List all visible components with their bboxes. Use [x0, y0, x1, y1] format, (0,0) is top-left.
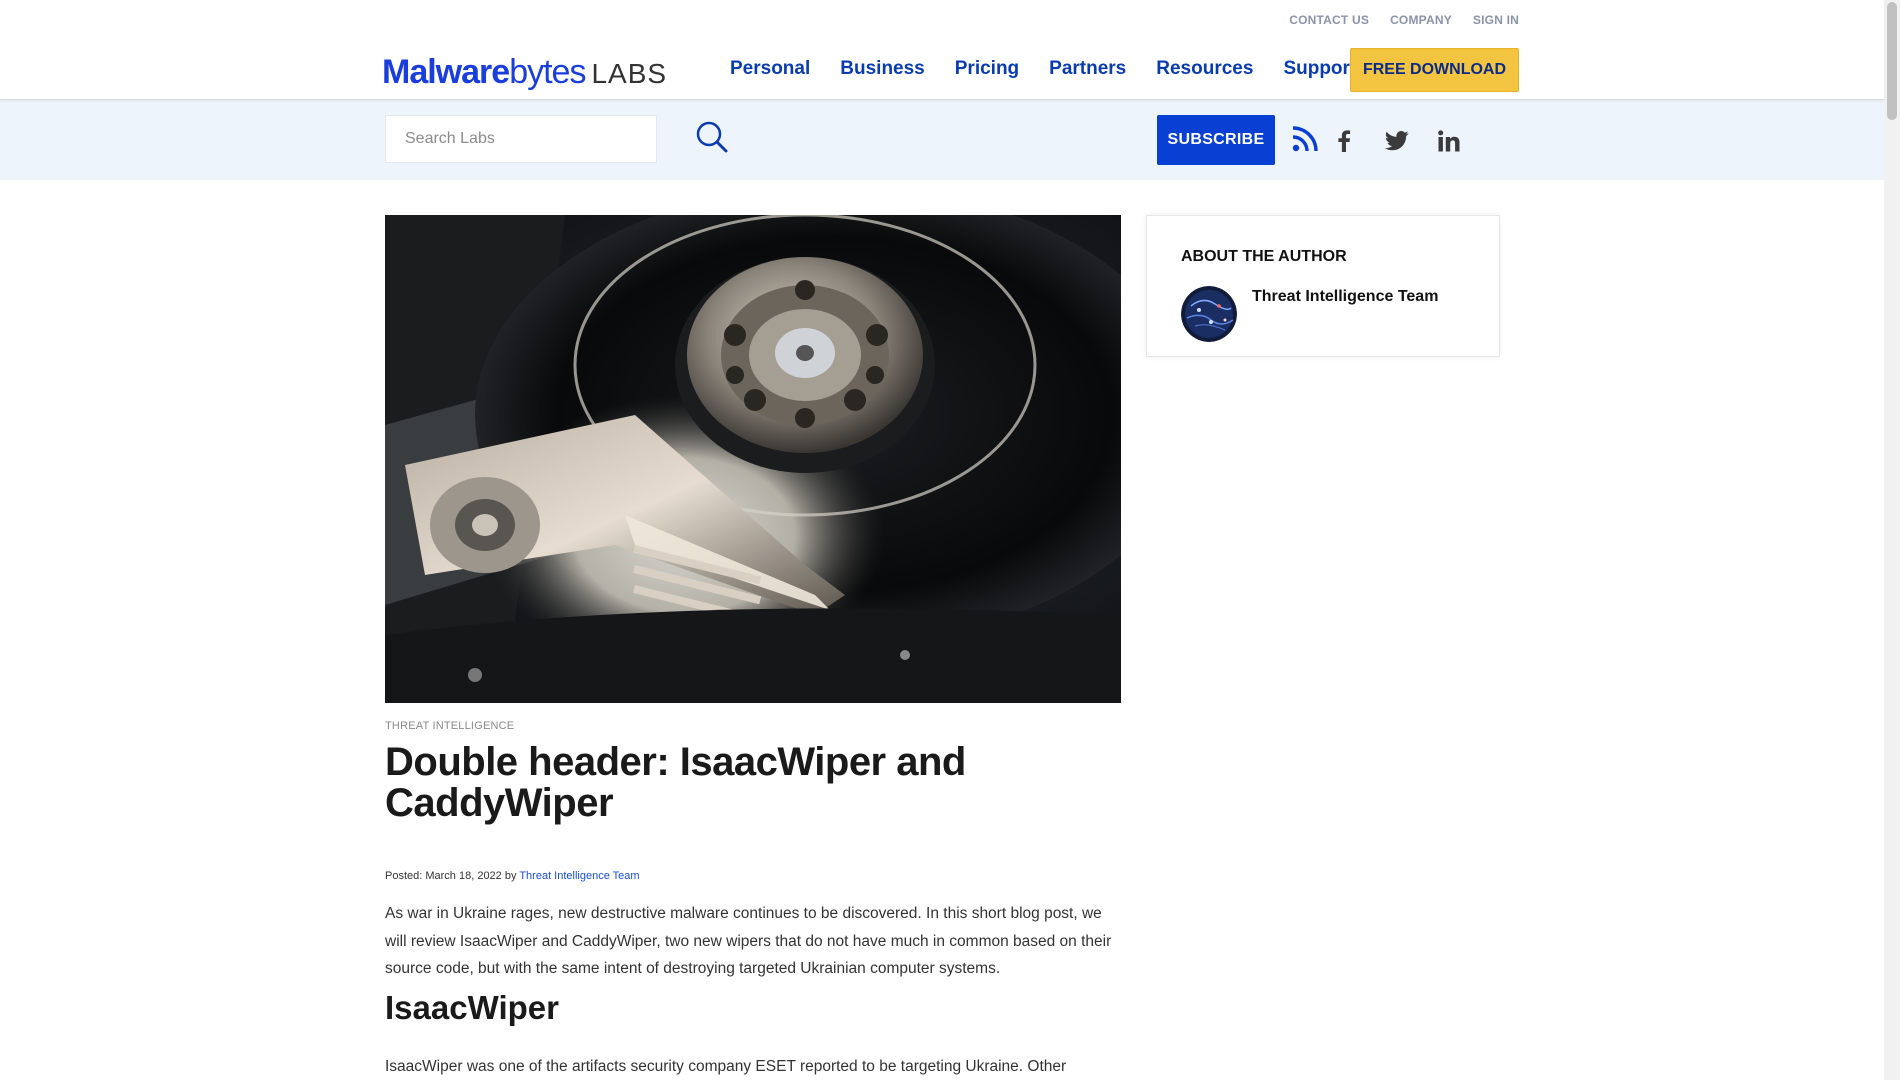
linkedin-link[interactable]	[1434, 126, 1464, 156]
nav-resources[interactable]: Resources	[1156, 58, 1253, 80]
rss-link[interactable]	[1290, 124, 1320, 154]
utility-nav: CONTACT US COMPANY SIGN IN	[1289, 13, 1519, 27]
company-link[interactable]: COMPANY	[1390, 13, 1452, 27]
rss-icon	[1292, 126, 1318, 152]
nav-pricing[interactable]: Pricing	[955, 58, 1019, 80]
logo-labs: LABS	[591, 58, 668, 89]
post-date: Posted: March 18, 2022 by	[385, 870, 517, 882]
article-hero-image	[385, 215, 1121, 703]
free-download-button[interactable]: FREE DOWNLOAD	[1350, 48, 1519, 92]
nav-business[interactable]: Business	[840, 58, 924, 80]
contact-us-link[interactable]: CONTACT US	[1289, 13, 1369, 27]
page-scrollbar[interactable]	[1884, 0, 1900, 1080]
section-paragraph: IsaacWiper was one of the artifacts secu…	[385, 1058, 1067, 1075]
article-intro: As war in Ukraine rages, new destructive…	[385, 905, 1112, 977]
logo-brand: Malwarebytes	[382, 53, 586, 91]
twitter-link[interactable]	[1382, 126, 1412, 156]
site-header: CONTACT US COMPANY SIGN IN Malwarebytes …	[0, 0, 1884, 100]
article-meta: Posted: March 18, 2022 by Threat Intelli…	[385, 870, 640, 882]
author-link[interactable]: Threat Intelligence Team	[519, 870, 639, 882]
globe-avatar-icon	[1181, 286, 1237, 342]
linkedin-icon	[1438, 130, 1460, 152]
article-category[interactable]: THREAT INTELLIGENCE	[385, 720, 514, 732]
search-input[interactable]	[385, 115, 657, 163]
nav-support[interactable]: Support	[1283, 58, 1356, 80]
labs-subbar: SUBSCRIBE	[0, 100, 1884, 180]
search-icon	[696, 121, 728, 153]
author-avatar[interactable]	[1181, 286, 1237, 342]
section-heading: IsaacWiper	[385, 989, 559, 1026]
twitter-icon	[1385, 131, 1409, 151]
scrollbar-thumb[interactable]	[1887, 2, 1897, 120]
facebook-link[interactable]	[1329, 126, 1359, 156]
about-author-card: ABOUT THE AUTHOR Threat Intelligence Tea…	[1146, 215, 1500, 357]
nav-personal[interactable]: Personal	[730, 58, 810, 80]
author-name[interactable]: Threat Intelligence Team	[1252, 288, 1438, 306]
malwarebytes-labs-logo[interactable]: Malwarebytes LABS	[382, 53, 667, 92]
hard-drive-illustration	[385, 215, 1121, 703]
main-nav: Personal Business Pricing Partners Resou…	[730, 58, 1356, 80]
sign-in-link[interactable]: SIGN IN	[1473, 13, 1519, 27]
about-author-heading: ABOUT THE AUTHOR	[1181, 248, 1347, 265]
facebook-icon	[1338, 130, 1351, 152]
search-button[interactable]	[694, 120, 730, 156]
article-title: Double header: IsaacWiper and CaddyWiper	[385, 740, 966, 825]
subscribe-button[interactable]: SUBSCRIBE	[1157, 115, 1275, 165]
nav-partners[interactable]: Partners	[1049, 58, 1126, 80]
